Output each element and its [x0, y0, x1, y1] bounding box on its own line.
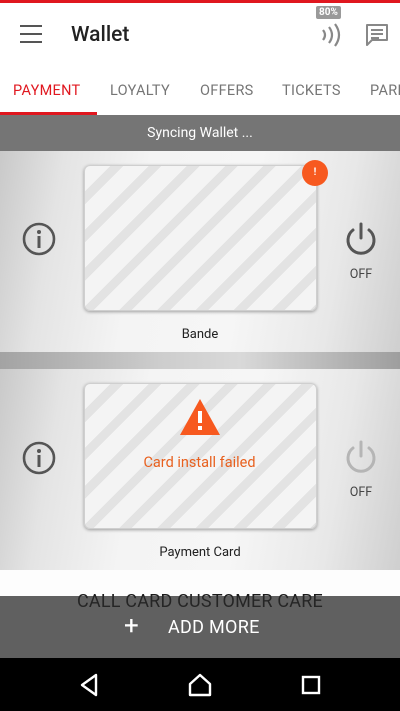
- back-icon[interactable]: [77, 672, 103, 698]
- nfc-icon[interactable]: [320, 21, 346, 49]
- tab-bar: PAYMENT LOYALTY OFFERS TICKETS PARKING: [0, 65, 400, 115]
- message-icon[interactable]: [365, 23, 389, 47]
- recent-apps-icon[interactable]: [298, 672, 324, 698]
- sync-status-bar: Syncing Wallet ...: [0, 115, 400, 151]
- home-icon[interactable]: [187, 672, 213, 698]
- tab-loyalty[interactable]: LOYALTY: [110, 82, 170, 99]
- card-status-message: Card install failed: [143, 454, 256, 471]
- info-icon[interactable]: [21, 440, 57, 476]
- power-icon[interactable]: [342, 221, 380, 259]
- add-more-button[interactable]: + ADD MORE: [0, 596, 400, 658]
- battery-badge: 80%: [316, 6, 341, 19]
- card-name: Bande: [181, 327, 219, 342]
- power-state-label: OFF: [349, 267, 373, 282]
- payment-card-bande[interactable]: [84, 165, 317, 311]
- tab-tickets[interactable]: TICKETS: [282, 82, 341, 99]
- app-bar: Wallet 80%: [0, 3, 400, 65]
- menu-icon[interactable]: [20, 25, 42, 43]
- add-more-label: ADD MORE: [168, 617, 260, 638]
- page-title: Wallet: [71, 23, 130, 47]
- panel-separator: [0, 352, 400, 369]
- tab-offers[interactable]: OFFERS: [200, 82, 254, 99]
- system-nav-bar: [0, 658, 400, 711]
- tab-parking[interactable]: PARKING: [370, 82, 400, 99]
- plus-icon: +: [124, 611, 139, 641]
- power-state-label: OFF: [349, 485, 373, 500]
- card-name: Payment Card: [159, 545, 241, 560]
- power-icon[interactable]: [342, 439, 380, 477]
- info-icon[interactable]: [21, 221, 57, 257]
- tab-payment[interactable]: PAYMENT: [13, 82, 80, 99]
- error-badge[interactable]: !: [302, 160, 328, 186]
- warning-icon: [180, 399, 220, 435]
